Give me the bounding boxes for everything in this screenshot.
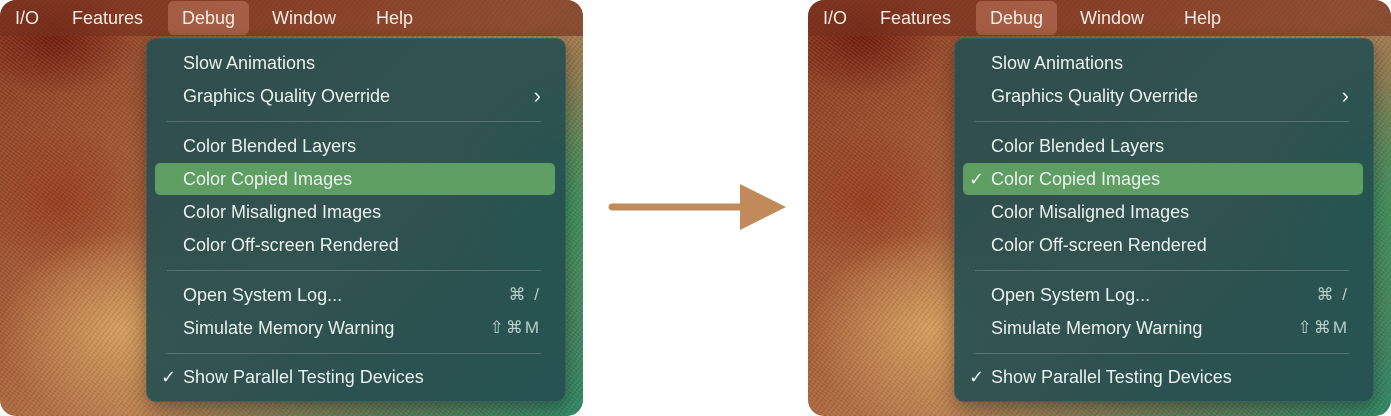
chevron-right-icon: › bbox=[533, 83, 541, 108]
menu-item-color-blended-layers[interactable]: Color Blended Layers bbox=[155, 130, 555, 162]
menu-item-label: Color Misaligned Images bbox=[183, 202, 382, 222]
checkmark-icon: ✓ bbox=[161, 367, 177, 387]
debug-menu: Slow Animations Graphics Quality Overrid… bbox=[146, 38, 566, 402]
checkmark-icon: ✓ bbox=[969, 367, 985, 387]
menu-item-show-parallel-testing-devices[interactable]: ✓ Show Parallel Testing Devices bbox=[963, 361, 1363, 393]
right-arrow-icon bbox=[608, 184, 786, 230]
screenshot-after: I/O Features Debug Window Help Slow Anim… bbox=[808, 0, 1391, 416]
menu-item-slow-animations[interactable]: Slow Animations bbox=[963, 47, 1363, 79]
menu-separator bbox=[167, 121, 541, 122]
menu-item-open-system-log[interactable]: Open System Log... ⌘ / bbox=[155, 279, 555, 311]
menu-item-label: Open System Log... bbox=[183, 285, 343, 305]
menu-item-label: Color Off-screen Rendered bbox=[183, 235, 399, 255]
menu-item-slow-animations[interactable]: Slow Animations bbox=[155, 47, 555, 79]
menu-item-color-misaligned-images[interactable]: Color Misaligned Images bbox=[963, 196, 1363, 228]
menu-item-label: Color Blended Layers bbox=[183, 136, 357, 156]
menubar-item-help[interactable]: Help bbox=[376, 0, 413, 36]
menu-item-color-misaligned-images[interactable]: Color Misaligned Images bbox=[155, 196, 555, 228]
menubar-item-debug[interactable]: Debug bbox=[168, 1, 250, 35]
debug-menu: Slow Animations Graphics Quality Overrid… bbox=[954, 38, 1374, 402]
menu-item-label: Color Misaligned Images bbox=[991, 202, 1190, 222]
chevron-right-icon: › bbox=[1341, 83, 1349, 108]
keyboard-shortcut: ⌘ / bbox=[1316, 285, 1349, 304]
menu-item-color-copied-images[interactable]: ✓ Color Copied Images bbox=[963, 163, 1363, 195]
menu-item-label: Show Parallel Testing Devices bbox=[183, 367, 424, 387]
menu-separator bbox=[975, 121, 1349, 122]
menu-item-label: Slow Animations bbox=[991, 53, 1124, 73]
menubar-item-help[interactable]: Help bbox=[1184, 0, 1221, 36]
menu-item-label: Color Copied Images bbox=[183, 169, 353, 189]
menu-item-show-parallel-testing-devices[interactable]: ✓ Show Parallel Testing Devices bbox=[155, 361, 555, 393]
menu-item-label: Graphics Quality Override bbox=[183, 86, 391, 106]
menu-item-label: Simulate Memory Warning bbox=[991, 318, 1203, 338]
menubar-item-window[interactable]: Window bbox=[1080, 0, 1144, 36]
menubar-item-io[interactable]: I/O bbox=[823, 0, 847, 36]
checkmark-icon: ✓ bbox=[969, 169, 985, 189]
menubar-item-debug[interactable]: Debug bbox=[976, 1, 1058, 35]
menu-item-color-copied-images[interactable]: Color Copied Images bbox=[155, 163, 555, 195]
menu-item-open-system-log[interactable]: Open System Log... ⌘ / bbox=[963, 279, 1363, 311]
menubar-item-io[interactable]: I/O bbox=[15, 0, 39, 36]
menu-item-simulate-memory-warning[interactable]: Simulate Memory Warning ⇧⌘M bbox=[155, 312, 555, 344]
menu-item-label: Simulate Memory Warning bbox=[183, 318, 395, 338]
menu-separator bbox=[975, 270, 1349, 271]
menu-item-color-offscreen-rendered[interactable]: Color Off-screen Rendered bbox=[963, 229, 1363, 261]
menu-item-color-blended-layers[interactable]: Color Blended Layers bbox=[963, 130, 1363, 162]
keyboard-shortcut: ⌘ / bbox=[508, 285, 541, 304]
menu-separator bbox=[167, 270, 541, 271]
keyboard-shortcut: ⇧⌘M bbox=[489, 318, 541, 337]
keyboard-shortcut: ⇧⌘M bbox=[1297, 318, 1349, 337]
menubar-item-features[interactable]: Features bbox=[72, 0, 143, 36]
screenshot-before: I/O Features Debug Window Help Slow Anim… bbox=[0, 0, 583, 416]
menu-bar: I/O Features Debug Window Help bbox=[808, 0, 1391, 36]
menu-item-label: Graphics Quality Override bbox=[991, 86, 1199, 106]
menu-item-label: Open System Log... bbox=[991, 285, 1151, 305]
menu-item-label: Color Copied Images bbox=[991, 169, 1161, 189]
menu-item-graphics-quality-override[interactable]: Graphics Quality Override › bbox=[155, 80, 555, 112]
menubar-item-features[interactable]: Features bbox=[880, 0, 951, 36]
menu-separator bbox=[975, 353, 1349, 354]
menu-item-color-offscreen-rendered[interactable]: Color Off-screen Rendered bbox=[155, 229, 555, 261]
menu-item-simulate-memory-warning[interactable]: Simulate Memory Warning ⇧⌘M bbox=[963, 312, 1363, 344]
menu-item-label: Color Off-screen Rendered bbox=[991, 235, 1207, 255]
menu-item-label: Show Parallel Testing Devices bbox=[991, 367, 1232, 387]
menu-item-label: Slow Animations bbox=[183, 53, 316, 73]
menu-bar: I/O Features Debug Window Help bbox=[0, 0, 583, 36]
menu-item-label: Color Blended Layers bbox=[991, 136, 1165, 156]
menu-item-graphics-quality-override[interactable]: Graphics Quality Override › bbox=[963, 80, 1363, 112]
menu-separator bbox=[167, 353, 541, 354]
menubar-item-window[interactable]: Window bbox=[272, 0, 336, 36]
